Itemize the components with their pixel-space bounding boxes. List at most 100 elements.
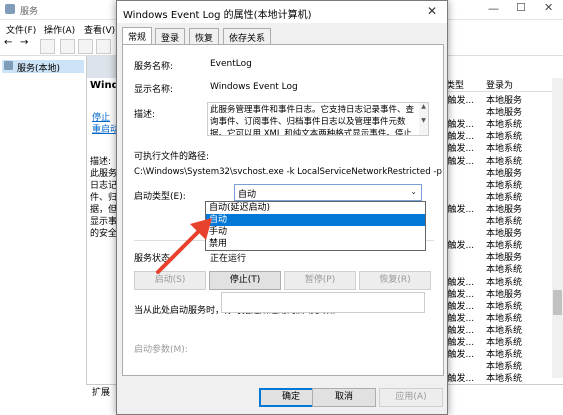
dialog-close-icon[interactable]: ✕ (423, 4, 441, 20)
row-logon-as: 本地系统 (486, 156, 523, 167)
table-row[interactable]: 本地系统 (436, 262, 552, 275)
startup-type-select[interactable]: 自动 ⌄ (234, 184, 422, 201)
column-logon-as[interactable]: 登录为 (486, 78, 513, 91)
table-row[interactable]: (触发... 本地系统 (436, 275, 552, 288)
detail-description: 描述: 此服务 日志记 件、归 据，但 显示事 的安全 (90, 156, 117, 240)
row-logon-as: 本地系统 (486, 301, 523, 312)
option-manual[interactable]: 手动 (206, 226, 425, 238)
table-row[interactable]: (触发... 本地服务 (436, 93, 552, 106)
row-logon-as: 本地系统 (486, 192, 523, 203)
menu-file[interactable]: 文件(F) (6, 23, 36, 36)
row-logon-as: 本地服务 (486, 204, 523, 215)
properties-icon[interactable] (60, 39, 75, 54)
apply-button[interactable]: 应用(A) (379, 388, 443, 407)
row-logon-as: 本地系统 (486, 338, 523, 348)
row-logon-as: 本地系统 (486, 241, 523, 252)
table-row[interactable]: (触发... 本地系统 (436, 129, 552, 142)
table-row[interactable]: 本地服务 (436, 105, 552, 118)
row-logon-as: 本地系统 (486, 180, 523, 191)
scrollbar-thumb[interactable] (553, 290, 562, 315)
column-startup-type[interactable]: 类型 (446, 78, 464, 91)
table-row[interactable]: (触发... 本地系统 (436, 347, 552, 360)
row-startup-type: (触发... (444, 120, 475, 131)
close-icon[interactable]: ✕ (544, 1, 553, 14)
row-logon-as: 本地系统 (486, 374, 523, 385)
list-scrollbar[interactable] (552, 78, 563, 378)
startup-type-value: 自动 (238, 190, 257, 200)
table-row[interactable]: (触发... 本地系统 (436, 117, 552, 130)
table-row[interactable]: (触发... 本地服务 (436, 202, 552, 215)
row-startup-type: (触发... (444, 241, 475, 252)
display-name-value: Windows Event Log (210, 82, 298, 92)
forward-icon[interactable]: → (20, 37, 33, 50)
row-startup-type: (触发... (444, 156, 475, 167)
table-row[interactable]: 本地服务 (436, 166, 552, 179)
startup-type-label: 启动类型(E): (134, 192, 186, 202)
row-logon-as: 本地系统 (486, 120, 523, 131)
row-startup-type: (触发... (444, 374, 475, 385)
list-header: 类型 登录为 (436, 76, 554, 92)
option-disabled[interactable]: 禁用 (206, 238, 425, 250)
desc-line: 件、归 (90, 193, 118, 203)
table-row[interactable]: 本地系统 (436, 178, 552, 191)
table-row[interactable]: 本地系统 (436, 359, 552, 372)
refresh-icon[interactable] (78, 39, 93, 54)
dialog-tabs: 常规 登录 恢复 依存关系 (122, 27, 442, 47)
row-startup-type: (触发... (444, 289, 475, 300)
services-window-title: 服务 (20, 7, 39, 17)
description-box[interactable]: 此服务管理事件和事件日志。它支持日志记录事件、查询事件、订阅事件、归档事件日志以… (207, 102, 429, 136)
option-auto-delayed[interactable]: 自动(延迟启动) (206, 202, 425, 214)
back-icon[interactable]: ← (4, 37, 17, 50)
row-logon-as: 本地系统 (486, 277, 523, 288)
description-label: 描述: (134, 110, 156, 120)
row-logon-as: 本地服务 (486, 253, 523, 264)
path-label: 可执行文件的路径: (134, 152, 210, 162)
table-row[interactable]: (触发... 本地系统 (436, 371, 552, 384)
export-icon[interactable] (96, 39, 111, 54)
cancel-button[interactable]: 取消 (312, 388, 376, 407)
table-row[interactable]: 本地系统 (436, 190, 552, 203)
table-row[interactable]: (触发... 本地系统 (436, 311, 552, 324)
table-row[interactable]: (触发... 本地系统 (436, 238, 552, 251)
row-logon-as: 本地系统 (486, 265, 523, 276)
row-startup-type: (触发... (444, 144, 475, 155)
link-restart-service[interactable]: 重启动 (92, 122, 119, 135)
desc-line: 日志记 (90, 181, 118, 191)
table-row[interactable]: (触发... 本地系统 (436, 299, 552, 312)
table-row[interactable]: 本地服务 (436, 250, 552, 263)
row-logon-as: 本地系统 (486, 144, 523, 155)
display-name-label: 显示名称: (134, 85, 174, 95)
chevron-down-icon: ⌄ (410, 187, 417, 196)
table-row[interactable]: (触发... 本地系统 (436, 335, 552, 348)
maximize-icon[interactable]: ☐ (516, 1, 526, 14)
dialog-titlebar: Windows Event Log 的属性(本地计算机) ✕ (117, 1, 447, 23)
minimize-icon[interactable]: — (488, 2, 499, 15)
tree-item-services-local[interactable]: 服务(本地) (2, 60, 84, 74)
path-value: C:\Windows\System32\svchost.exe -k Local… (134, 167, 442, 177)
row-startup-type: (触发... (444, 338, 475, 348)
table-row[interactable]: (触发... 本地系统 (436, 154, 552, 167)
annotation-arrow-icon (156, 218, 212, 274)
table-row[interactable]: (触发... 本地系统 (436, 323, 552, 336)
description-text: 此服务管理事件和事件日志。它支持日志记录事件、查询事件、订阅事件、归档事件日志以… (210, 105, 415, 136)
table-row[interactable]: (触发... 本地系统 (436, 141, 552, 154)
row-logon-as: 本地系统 (486, 217, 523, 227)
tree-item-label: 服务(本地) (17, 64, 61, 74)
show-tree-icon[interactable] (40, 39, 55, 54)
table-row[interactable]: 本地系统 (436, 214, 552, 227)
table-row[interactable]: (触发... 本地服务 (436, 287, 552, 300)
tab-extended[interactable]: 扩展 (92, 385, 110, 398)
resume-button[interactable]: 恢复(R) (359, 271, 431, 290)
startup-param-input[interactable] (221, 292, 425, 313)
description-scrollbar[interactable]: ▲ ▼ (419, 103, 428, 135)
menu-action[interactable]: 操作(A) (44, 23, 75, 36)
row-logon-as: 本地服务 (486, 96, 523, 106)
option-auto[interactable]: 自动 (206, 214, 425, 226)
row-startup-type: (触发... (444, 301, 475, 312)
row-startup-type: (触发... (444, 325, 475, 336)
row-logon-as: 本地系统 (486, 313, 523, 324)
row-startup-type: (触发... (444, 277, 475, 288)
pause-button[interactable]: 暂停(P) (284, 271, 356, 290)
table-row[interactable]: 本地服务 (436, 226, 552, 239)
menu-view[interactable]: 查看(V) (84, 23, 115, 36)
